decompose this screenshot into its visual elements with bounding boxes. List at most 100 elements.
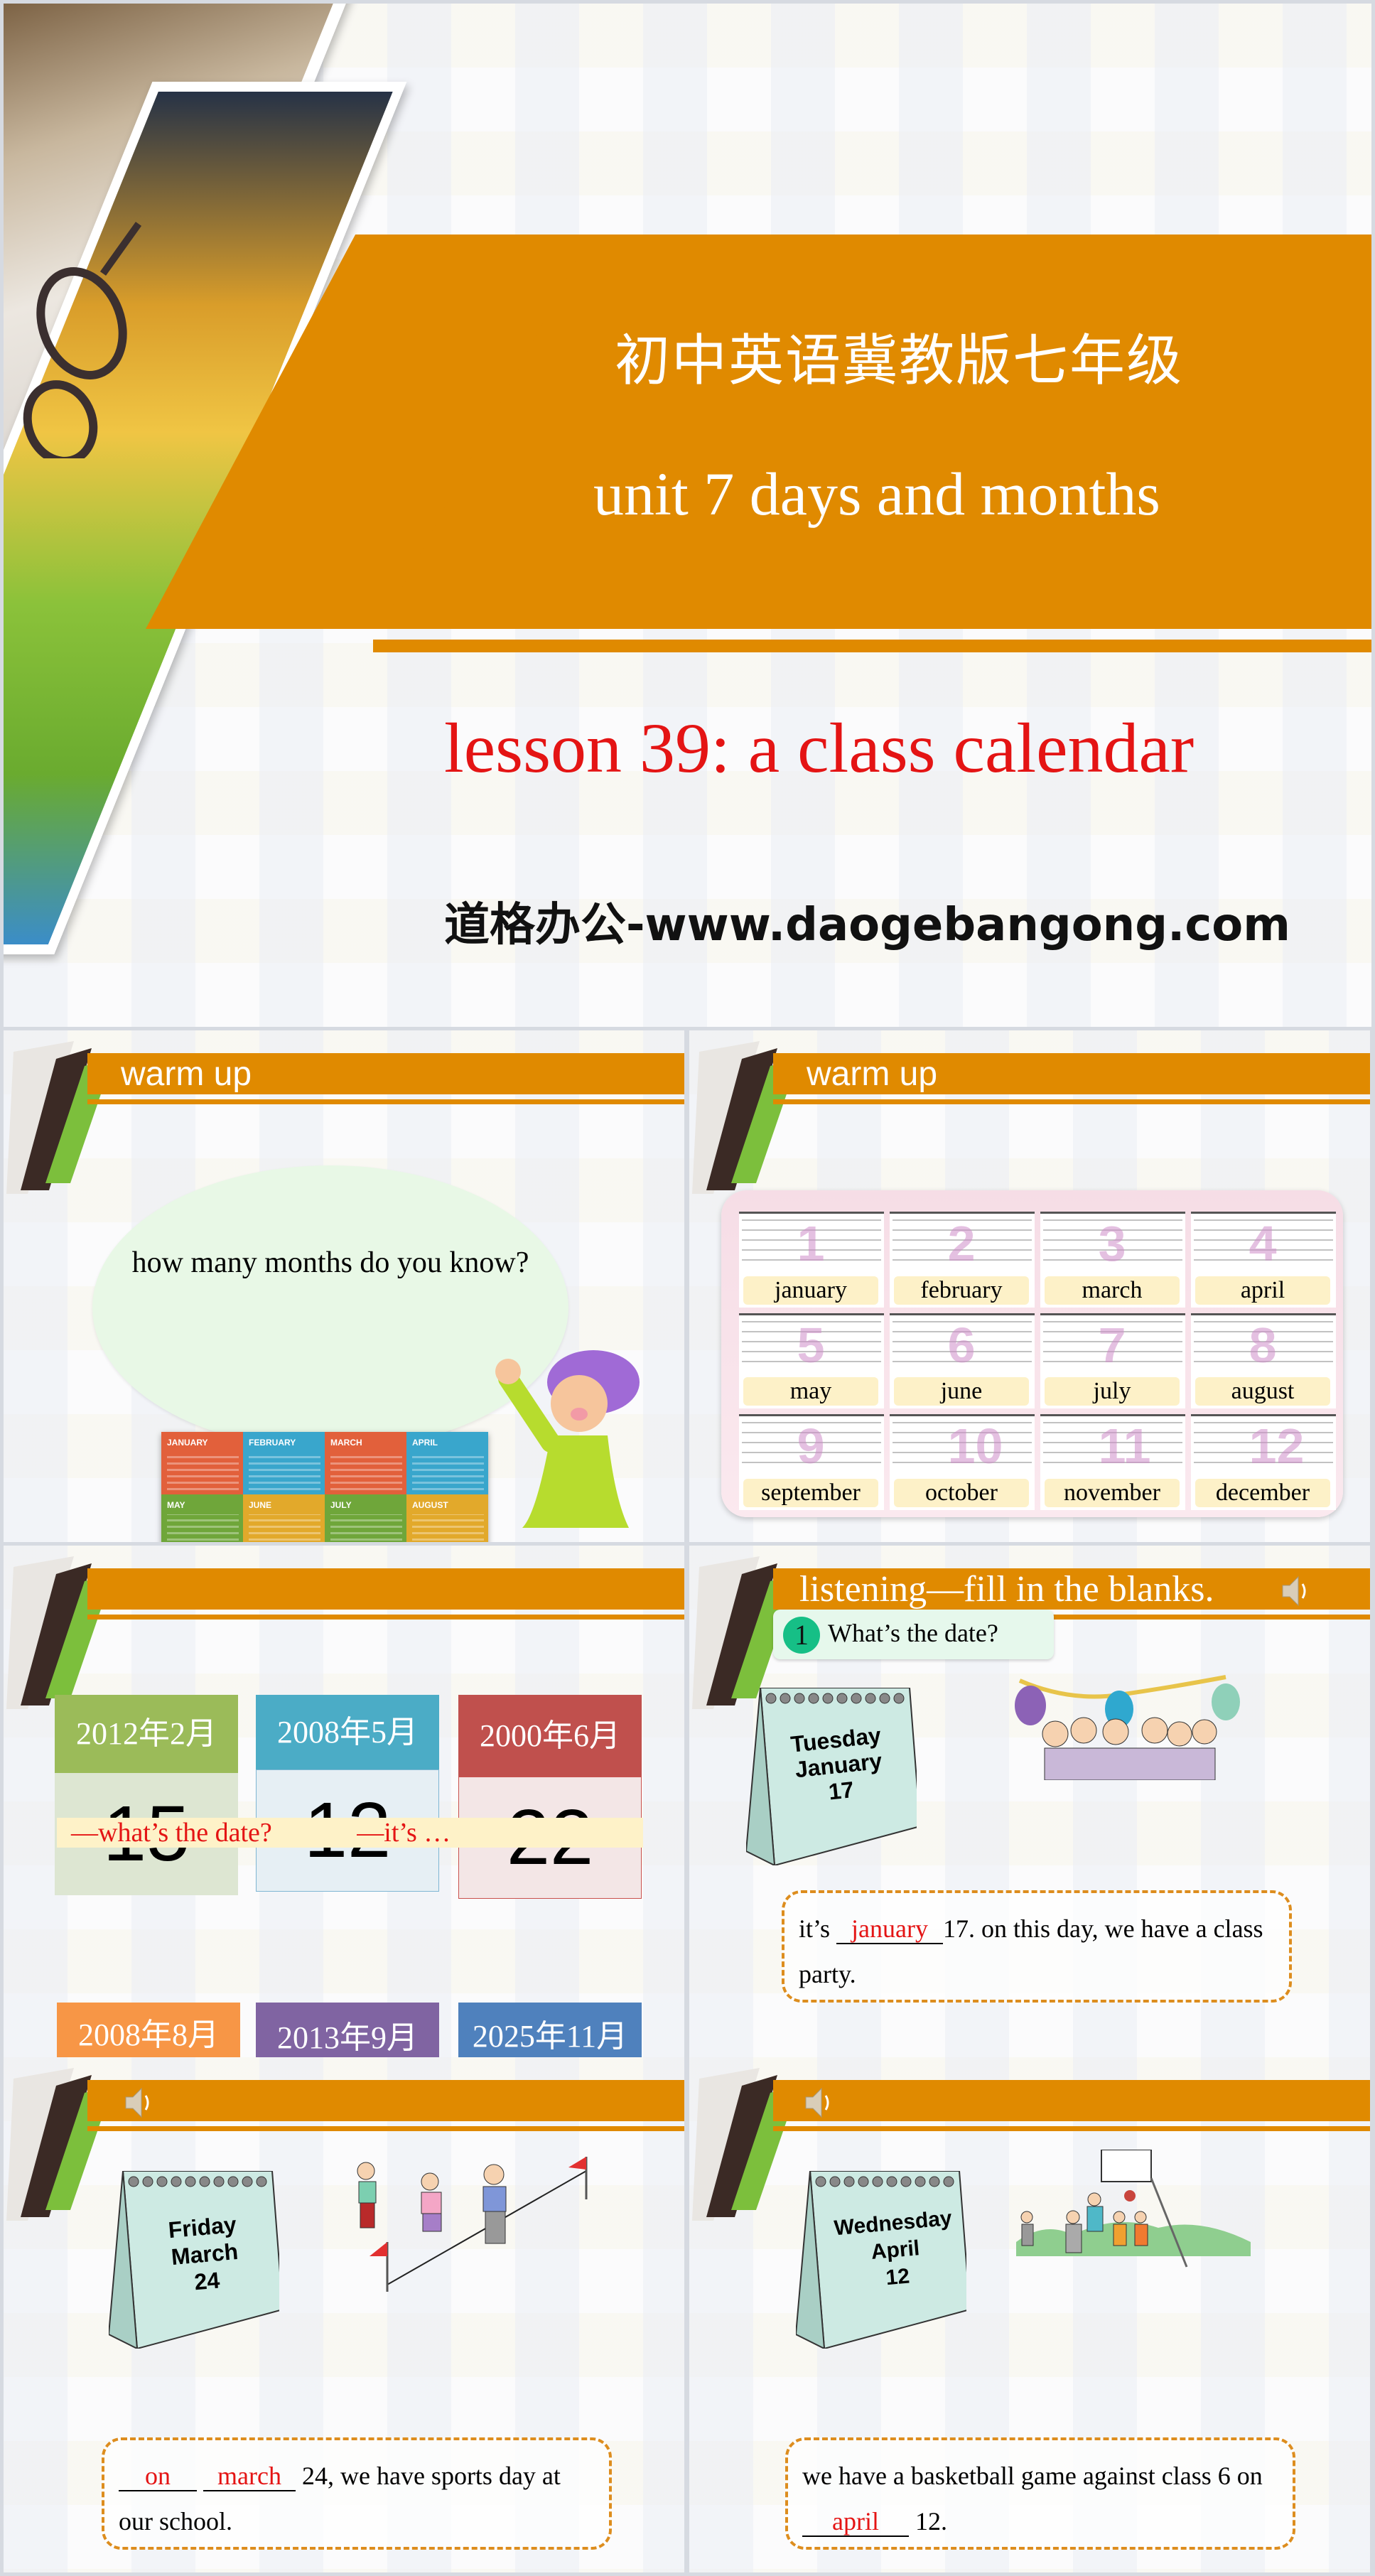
speaker-icon[interactable] [1281, 1574, 1310, 1608]
calendar-month-cell: MAY [161, 1494, 243, 1542]
desk-calendar: Friday March 24 [107, 2170, 284, 2350]
month-grid: 1 january 2 february 3 march 4 april 5 may 6 june 7 j… [739, 1212, 1336, 1510]
header-underline [87, 1615, 684, 1620]
calendar-month-label: FEBRUARY [249, 1438, 296, 1448]
blank-answer-1[interactable]: on [119, 2462, 197, 2491]
month-number: 11 [1098, 1418, 1151, 1475]
answer-sentence: on march 24, we have sports day at our s… [119, 2453, 595, 2544]
month-label[interactable]: august [1195, 1377, 1330, 1406]
month-label[interactable]: september [743, 1479, 878, 1507]
calendar-month-cell: MARCH [325, 1432, 406, 1495]
dialogue-bar: —what’s the date? —it’s … [57, 1818, 643, 1848]
speaker-icon[interactable] [124, 2086, 153, 2120]
date-card: 2008年8月8 [57, 2003, 240, 2057]
dwarf-character-icon [495, 1350, 640, 1528]
month-number: 12 [1249, 1418, 1305, 1475]
date-card-header: 2012年2月 [55, 1695, 238, 1773]
month-card: 3 march [1040, 1212, 1185, 1308]
sports-day-illustration [357, 2157, 588, 2292]
month-number: 7 [1098, 1317, 1126, 1373]
listening-slide-1[interactable]: listening—fill in the blanks. 1 What’s t… [689, 1546, 1370, 2057]
month-label[interactable]: november [1045, 1479, 1180, 1507]
date-card: 2025年11月20 [458, 2003, 642, 2057]
header-title: warm up [121, 1055, 252, 1093]
date-card-header: 2013年9月 [256, 2003, 439, 2057]
calendar-day-rows [412, 1452, 484, 1491]
header-underline [773, 1099, 1370, 1104]
date-card: 2012年2月15 [55, 1695, 238, 1895]
month-number: 5 [797, 1317, 825, 1373]
month-card: 11 november [1040, 1414, 1185, 1510]
calendar-month-cell: JANUARY [161, 1432, 243, 1495]
title-slide[interactable]: 初中英语冀教版七年级 unit 7 days and months lesson… [4, 4, 1371, 1027]
month-card: 4 april [1191, 1212, 1336, 1308]
month-card: 5 may [739, 1313, 884, 1409]
warmup-slide-2[interactable]: warm up 1 january 2 february 3 march 4 april 5 ma… [689, 1030, 1370, 1542]
month-number: 6 [947, 1317, 976, 1373]
calendar-month-label: JUNE [249, 1500, 272, 1511]
desk-calendar: Tuesday January 17 [745, 1687, 922, 1867]
header-band [773, 2080, 1370, 2121]
header-underline [87, 2126, 684, 2131]
date-cards-slide[interactable]: 2012年2月152008年5月122000年6月22 —what’s the … [4, 1546, 684, 2057]
header-title: listening—fill in the blanks. [799, 1569, 1214, 1610]
calendar-month-label: JULY [330, 1500, 352, 1511]
month-card: 1 january [739, 1212, 884, 1308]
calendar-month-label: JANUARY [167, 1438, 208, 1448]
blank-answer[interactable]: january [836, 1914, 944, 1944]
subject-title: 初中英语冀教版七年级 [615, 329, 1184, 393]
month-label[interactable]: december [1195, 1479, 1330, 1507]
calendar-month-label: MARCH [330, 1438, 362, 1448]
calendar-month-label: MAY [167, 1500, 185, 1511]
calendar-month-cell: JUNE [243, 1494, 325, 1542]
title-band-underline [373, 640, 1371, 652]
calendar-day-rows [330, 1514, 402, 1542]
unit-title: unit 7 days and months [593, 460, 1160, 528]
month-label[interactable]: october [894, 1479, 1029, 1507]
speaker-icon[interactable] [804, 2086, 833, 2120]
month-card: 7 july [1040, 1313, 1185, 1409]
month-label[interactable]: may [743, 1377, 878, 1406]
year-calendar: JANUARY FEBRUARY MARCH APRIL MAY JUNE JULY AUGU… [161, 1432, 488, 1542]
calendar-month-cell: JULY [325, 1494, 406, 1542]
answer-sentence: we have a basketball game against class … [802, 2453, 1278, 2544]
date-card-header: 2008年5月 [256, 1695, 439, 1769]
month-label[interactable]: january [743, 1276, 878, 1305]
calendar-day-rows [167, 1452, 239, 1491]
month-label[interactable]: april [1195, 1276, 1330, 1305]
month-label[interactable]: february [894, 1276, 1029, 1305]
month-label[interactable]: july [1045, 1377, 1180, 1406]
sentence-suffix: 12. [909, 2507, 947, 2535]
glasses-icon [23, 222, 142, 458]
calendar-day-rows [412, 1514, 484, 1542]
month-label[interactable]: march [1045, 1276, 1180, 1305]
calendar-month-label: AUGUST [412, 1500, 448, 1511]
month-number: 2 [947, 1216, 976, 1271]
listening-slide-2[interactable]: Friday March 24 on march 24, we have spo… [4, 2057, 684, 2572]
question-text: What’s the date? [828, 1619, 998, 1647]
month-label[interactable]: june [894, 1377, 1029, 1406]
warmup-slide-1[interactable]: warm up how many months do you know? JAN… [4, 1030, 684, 1542]
calendar-day-rows [249, 1452, 320, 1491]
header-band [87, 1568, 684, 1610]
calendar-month-label: APRIL [412, 1438, 438, 1448]
date-card: 2008年5月12 [256, 1695, 439, 1892]
calendar-day-rows [330, 1452, 402, 1491]
sentence-prefix: we have a basketball game against class … [802, 2462, 1263, 2490]
brand-text: 道格办公-www.daogebangong.com [444, 899, 1290, 952]
class-party-illustration [1015, 1675, 1240, 1780]
month-card: 6 june [890, 1313, 1035, 1409]
month-number: 4 [1249, 1216, 1277, 1271]
month-card: 12 december [1191, 1414, 1336, 1510]
month-number: 10 [947, 1418, 1003, 1475]
blank-answer[interactable]: april [802, 2507, 909, 2537]
blank-answer-2[interactable]: march [203, 2462, 296, 2491]
header-title: warm up [807, 1055, 938, 1093]
desk-calendar: Wednesday April 12 [794, 2170, 971, 2350]
answer-box: we have a basketball game against class … [785, 2437, 1295, 2550]
month-number: 1 [797, 1216, 825, 1271]
listening-slide-3[interactable]: Wednesday April 12 we have a basketball … [689, 2057, 1370, 2572]
question-number-badge: 1 [783, 1617, 820, 1654]
sentence-prefix: it’s [799, 1914, 837, 1943]
answer-sentence: it’s january 17. on this day, we have a c… [799, 1906, 1275, 1997]
